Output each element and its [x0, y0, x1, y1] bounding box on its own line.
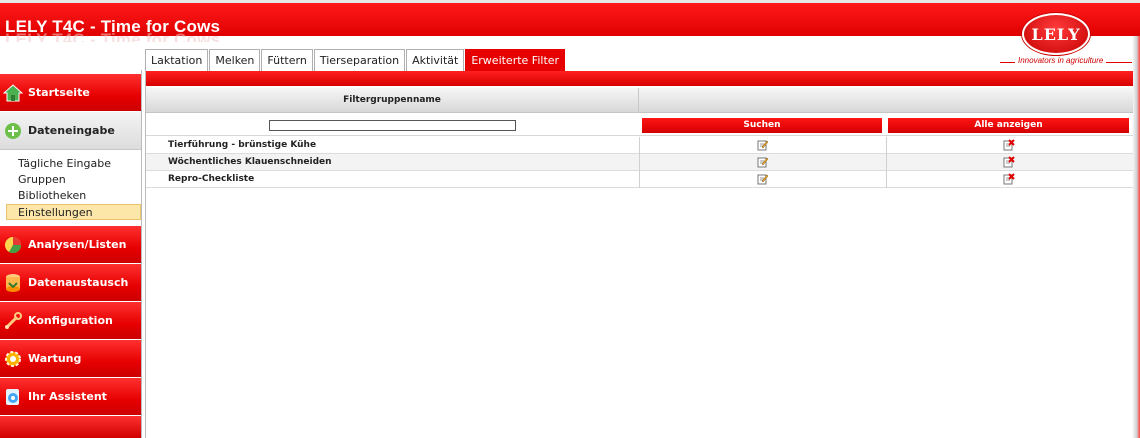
tab-laktation[interactable]: Laktation	[145, 49, 209, 71]
nav-datenaustausch-label: Datenaustausch	[28, 276, 129, 289]
content-header-band	[146, 71, 1133, 86]
show-all-button[interactable]: Alle anzeigen	[888, 118, 1129, 133]
tagline: Innovators in agriculture	[1015, 56, 1107, 65]
tab-bar: Laktation Melken Füttern Tierseparation …	[145, 49, 566, 71]
nav-ihr-assistent[interactable]: Ihr Assistent	[0, 378, 141, 416]
nav-wartung-label: Wartung	[28, 352, 82, 365]
edit-icon[interactable]	[757, 139, 769, 151]
filter-group-name: Wöchentliches Klauenschneiden	[168, 157, 332, 167]
app-window: LELY T4C - Time for Cows LELY T4C - Time…	[0, 0, 1140, 438]
filter-group-name: Repro-Checkliste	[168, 174, 255, 184]
sidebar: Startseite Dateneingabe Tägliche Eingabe…	[0, 70, 142, 438]
nav-ihr-assistent-label: Ihr Assistent	[28, 390, 107, 403]
tab-erweiterte-filter[interactable]: Erweiterte Filter	[465, 49, 566, 71]
nav-dateneingabe-label: Dateneingabe	[28, 124, 115, 137]
sidebar-item-bibliotheken[interactable]: Bibliotheken	[0, 188, 141, 204]
lely-logo: LELY	[1022, 13, 1090, 55]
window-edge	[1132, 36, 1140, 438]
dateneingabe-submenu: Tägliche Eingabe Gruppen Bibliotheken Ei…	[0, 156, 141, 220]
nav-konfiguration[interactable]: Konfiguration	[0, 302, 141, 340]
sidebar-item-einstellungen[interactable]: Einstellungen	[6, 204, 141, 220]
delete-icon[interactable]	[1003, 173, 1015, 185]
wrench-icon	[2, 310, 24, 332]
edit-icon[interactable]	[757, 156, 769, 168]
nav-datenaustausch[interactable]: Datenaustausch	[0, 264, 141, 302]
search-input[interactable]	[269, 120, 516, 131]
sidebar-item-gruppen[interactable]: Gruppen	[0, 172, 141, 188]
sidebar-footer	[0, 416, 141, 438]
table-row: Tierführung - brünstige Kühe	[146, 137, 1133, 154]
gear-icon	[2, 348, 24, 370]
nav-analysen-label: Analysen/Listen	[28, 238, 127, 251]
sidebar-item-taegliche-eingabe[interactable]: Tägliche Eingabe	[0, 156, 141, 172]
search-row: Suchen Alle anzeigen	[146, 114, 1133, 136]
table-header: Filtergruppenname	[146, 88, 1133, 113]
search-button[interactable]: Suchen	[642, 118, 882, 133]
delete-icon[interactable]	[1003, 139, 1015, 151]
nav-startseite[interactable]: Startseite	[0, 74, 141, 112]
column-header-filtergruppenname: Filtergruppenname	[146, 88, 639, 113]
app-title-reflection: LELY T4C - Time for Cows	[5, 30, 221, 42]
delete-icon[interactable]	[1003, 156, 1015, 168]
table-row: Repro-Checkliste	[146, 171, 1133, 188]
filter-group-name: Tierführung - brünstige Kühe	[168, 140, 317, 150]
nav-dateneingabe[interactable]: Dateneingabe	[0, 112, 141, 150]
plus-icon	[2, 120, 24, 142]
table-row: Wöchentliches Klauenschneiden	[146, 154, 1133, 171]
tab-melken[interactable]: Melken	[209, 49, 261, 71]
nav-startseite-label: Startseite	[28, 86, 90, 99]
nav-analysen-listen[interactable]: Analysen/Listen	[0, 226, 141, 264]
tab-tierseparation[interactable]: Tierseparation	[313, 49, 406, 71]
tab-fuettern[interactable]: Füttern	[261, 49, 313, 71]
nav-wartung[interactable]: Wartung	[0, 340, 141, 378]
database-icon	[2, 272, 24, 294]
pie-chart-icon	[2, 234, 24, 256]
main-content: Filtergruppenname Suchen Alle anzeigen T…	[145, 71, 1133, 438]
nav-konfiguration-label: Konfiguration	[28, 314, 113, 327]
logo-text: LELY	[1031, 24, 1081, 44]
edit-icon[interactable]	[757, 173, 769, 185]
tab-aktivitaet[interactable]: Aktivität	[406, 49, 465, 71]
house-icon	[2, 82, 24, 104]
assistant-icon	[2, 386, 24, 408]
